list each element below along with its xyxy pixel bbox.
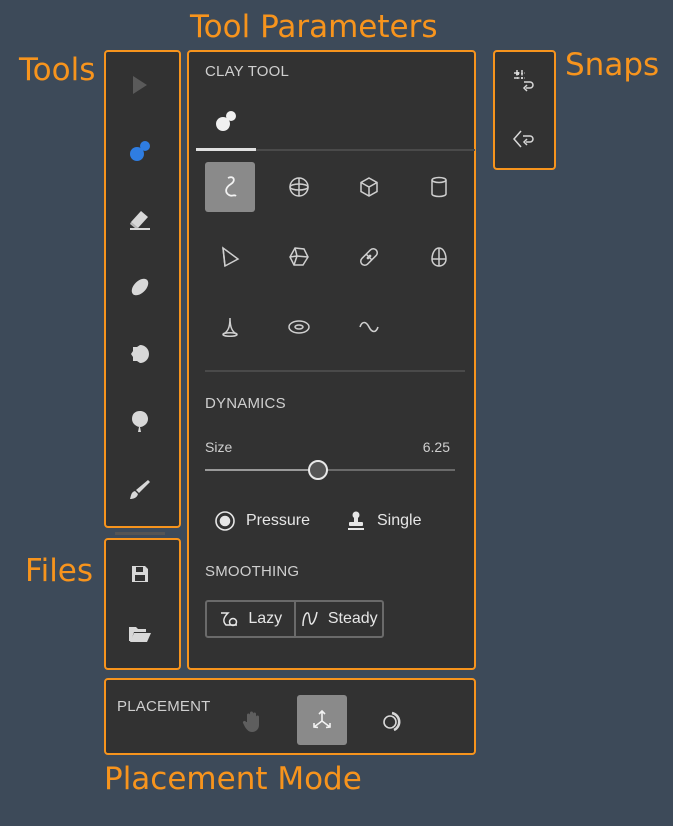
smoothing-header: SMOOTHING (205, 563, 300, 580)
clay-tab-icon[interactable] (209, 104, 243, 138)
grid-snap-icon[interactable] (507, 62, 541, 96)
size-slider-thumb[interactable] (308, 460, 328, 480)
pressure-icon[interactable] (212, 508, 238, 534)
size-value: 6.25 (422, 439, 450, 455)
move-axes-icon (309, 707, 335, 733)
shape-egg[interactable] (414, 232, 464, 282)
callout-tools: Tools (19, 52, 96, 88)
eraser-icon[interactable] (120, 202, 160, 236)
steady-label: Steady (327, 610, 378, 627)
dynamics-header: DYNAMICS (205, 395, 286, 412)
shape-spike[interactable] (205, 302, 255, 352)
callout-placement-mode: Placement Mode (104, 761, 362, 797)
lazy-button[interactable]: Lazy (207, 602, 294, 636)
smoothing-segmented-control: Lazy Steady (205, 600, 384, 638)
shape-wave[interactable] (344, 302, 394, 352)
lazy-label: Lazy (248, 610, 283, 627)
cutter-icon[interactable] (120, 337, 160, 371)
placement-panel (104, 678, 476, 755)
lazy-icon (218, 609, 240, 629)
size-label: Size (205, 439, 233, 455)
size-slider[interactable] (205, 460, 455, 480)
open-folder-icon[interactable] (120, 617, 160, 651)
tool-name-header: CLAY TOOL (205, 63, 290, 80)
callout-files: Files (25, 553, 94, 589)
shape-torus[interactable] (274, 302, 324, 352)
save-icon[interactable] (120, 557, 160, 591)
tab-active-underline (196, 148, 256, 151)
move-axes-button[interactable] (297, 695, 347, 745)
paint-brush-icon[interactable] (120, 472, 160, 506)
single-stamp-icon[interactable] (343, 507, 369, 533)
shape-cone[interactable] (205, 232, 255, 282)
callout-tool-parameters: Tool Parameters (190, 9, 438, 45)
shape-capsule[interactable] (344, 232, 394, 282)
select-arrow-icon[interactable] (120, 68, 160, 102)
smooth-icon[interactable] (120, 270, 160, 304)
shape-free-stroke[interactable] (205, 162, 255, 212)
pressure-label[interactable]: Pressure (246, 512, 310, 530)
size-slider-fill (205, 469, 318, 471)
hand-icon[interactable] (236, 704, 270, 738)
shape-sphere[interactable] (274, 162, 324, 212)
steady-icon (300, 609, 320, 629)
surface-snap-icon[interactable] (507, 122, 541, 156)
shape-cube[interactable] (344, 162, 394, 212)
params-divider (205, 370, 465, 372)
callout-snaps: Snaps (565, 47, 660, 83)
placement-header: PLACEMENT (117, 698, 211, 715)
tools-files-separator (115, 532, 165, 535)
steady-button[interactable]: Steady (293, 602, 383, 636)
shape-cylinder[interactable] (414, 162, 464, 212)
clay-tool-icon[interactable] (120, 134, 160, 168)
shape-polyhedron[interactable] (274, 232, 324, 282)
single-label[interactable]: Single (377, 512, 421, 530)
inflate-icon[interactable] (120, 404, 160, 438)
orbit-icon[interactable] (375, 704, 409, 738)
